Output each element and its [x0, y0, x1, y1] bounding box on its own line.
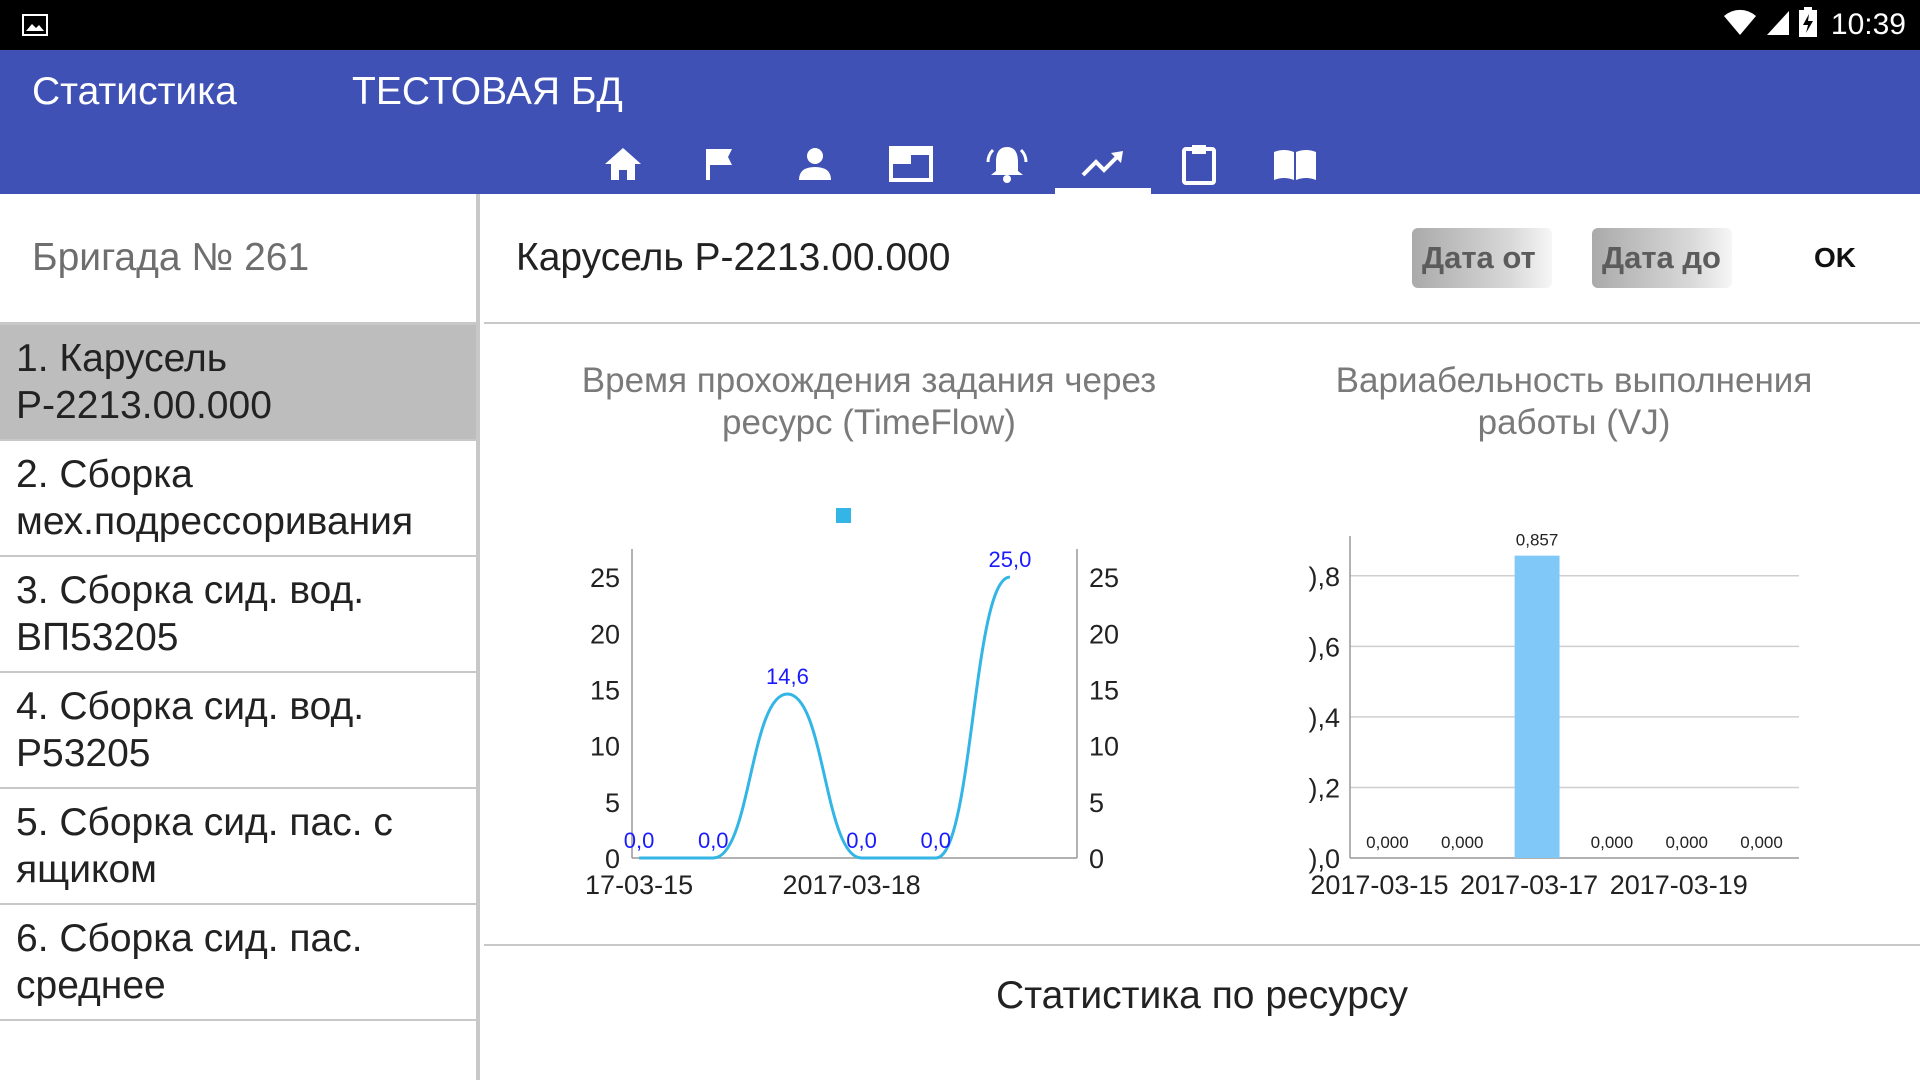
data-point-label: 0,0 — [846, 828, 877, 853]
legend-swatch — [836, 508, 851, 523]
tab-alerts[interactable] — [959, 134, 1055, 194]
resource-statistics-heading: Статистика по ресурсу — [996, 974, 1408, 1017]
list-item-resource-5[interactable]: 5. Сборка сид. пас. с ящиком — [0, 789, 476, 905]
timeflow-line-chart: 0 05 510 1015 1520 2025 250,0 0,014,60,0 0,025,0… — [585, 508, 1119, 900]
data-point-label: 0,0 — [624, 828, 655, 853]
list-item-line1: 6. Сборка сид. пас. — [16, 917, 363, 960]
data-point-label: 14,6 — [766, 664, 809, 689]
charts-area: Время прохождения задания через ресурс (… — [484, 324, 1920, 946]
y-tick-label-right: 15 — [1089, 675, 1119, 705]
x-tick-label: 2017-03-18 — [783, 870, 921, 900]
tab-bar — [575, 134, 1343, 194]
app-bar: Статистика ТЕСТОВАЯ БД — [0, 50, 1920, 194]
list-item-line2: мех.подрессоривания — [16, 500, 414, 543]
bar-value-label: 0,000 — [1740, 833, 1783, 852]
date-from-button[interactable]: Дата от — [1412, 228, 1552, 288]
vj-title-line1: Вариабельность выполнения — [1335, 361, 1813, 400]
bar-value-label: 0,000 — [1665, 833, 1708, 852]
window-icon — [889, 146, 933, 182]
status-bar: 10:39 — [0, 0, 1920, 50]
y-tick-label-right: 25 — [1089, 563, 1119, 593]
list-item-line1: 2. Сборка — [16, 453, 193, 496]
list-item-line2: Р53205 — [16, 732, 151, 775]
trending-up-icon — [1081, 151, 1123, 177]
vj-title-line2: работы (VJ) — [1477, 403, 1671, 442]
y-tick-label: ),4 — [1308, 703, 1340, 733]
detail-header: Карусель Р-2213.00.000 Дата от Дата до O… — [484, 194, 1920, 324]
bar-value-label: 0,000 — [1441, 833, 1484, 852]
tab-flag[interactable] — [671, 134, 767, 194]
list-item-line2: Р-2213.00.000 — [16, 384, 272, 427]
resource-detail: Карусель Р-2213.00.000 Дата от Дата до O… — [484, 194, 1920, 1080]
list-item-resource-2[interactable]: 2. Сборка мех.подрессоривания — [0, 441, 476, 557]
x-tick-label: 2017-03-19 — [1610, 870, 1748, 900]
series-line — [639, 575, 1011, 860]
list-item-resource-1[interactable]: 1. Карусель Р-2213.00.000 — [0, 325, 476, 441]
tab-statistics[interactable] — [1055, 134, 1151, 194]
y-tick-label-right: 5 — [1089, 788, 1104, 818]
brigade-panel: Бригада № 261 1. Карусель Р-2213.00.000 … — [0, 194, 480, 1080]
brigade-title: Бригада № 261 — [0, 194, 476, 325]
tab-home[interactable] — [575, 134, 671, 194]
y-tick-label: ),2 — [1308, 773, 1340, 803]
list-item-line1: 4. Сборка сид. вод. — [16, 685, 365, 728]
y-tick-label-left: 5 — [605, 788, 620, 818]
signal-icon — [1765, 8, 1791, 41]
tab-window[interactable] — [863, 134, 959, 194]
list-item-line1: 5. Сборка сид. пас. с — [16, 801, 393, 844]
data-point-label: 25,0 — [989, 547, 1032, 572]
list-item-line1: 1. Карусель — [16, 337, 228, 380]
y-tick-label-right: 10 — [1089, 732, 1119, 762]
y-tick-label-left: 15 — [590, 675, 620, 705]
clipboard-icon — [1182, 145, 1216, 185]
tab-clipboard[interactable] — [1151, 134, 1247, 194]
battery-charging-icon — [1798, 7, 1817, 42]
clock: 10:39 — [1830, 7, 1906, 41]
data-point-label: 0,0 — [698, 828, 729, 853]
book-icon — [1274, 150, 1316, 180]
person-icon — [799, 148, 831, 180]
data-point-label: 0,0 — [920, 828, 951, 853]
vj-bar-chart: ),0),2),4),6),80,000 0,0000,8570,000 0,000… — [1308, 531, 1799, 900]
bar — [1514, 555, 1560, 858]
home-icon — [605, 148, 641, 180]
list-item-line2: ящиком — [16, 848, 157, 891]
bar-value-label: 0,000 — [1366, 833, 1409, 852]
list-item-resource-3[interactable]: 3. Сборка сид. вод. ВП53205 — [0, 557, 476, 673]
list-item-line2: среднее — [16, 964, 166, 1007]
y-tick-label-right: 20 — [1089, 619, 1119, 649]
x-tick-label: 17-03-15 — [585, 870, 693, 900]
list-item-resource-6[interactable]: 6. Сборка сид. пас. среднее — [0, 905, 476, 1021]
list-item-line2: ВП53205 — [16, 616, 179, 659]
vj-chart-title: Вариабельность выполнения работы (VJ) — [1284, 360, 1864, 444]
ok-button[interactable]: OK — [1814, 228, 1856, 288]
image-icon — [22, 14, 48, 41]
y-tick-label: ),6 — [1308, 632, 1340, 662]
tab-person[interactable] — [767, 134, 863, 194]
timeflow-title-line2: ресурс (TimeFlow) — [722, 403, 1016, 442]
bell-alert-icon — [986, 147, 1028, 183]
y-tick-label-left: 25 — [590, 563, 620, 593]
wifi-icon — [1723, 8, 1757, 41]
list-item-line1: 3. Сборка сид. вод. — [16, 569, 365, 612]
page-title: Статистика — [32, 70, 237, 113]
y-tick-label: ),8 — [1308, 562, 1340, 592]
flag-icon — [706, 149, 732, 180]
tab-book[interactable] — [1247, 134, 1343, 194]
resource-title: Карусель Р-2213.00.000 — [516, 236, 951, 279]
bar-value-label: 0,000 — [1591, 833, 1634, 852]
date-to-button[interactable]: Дата до — [1592, 228, 1732, 288]
database-name[interactable]: ТЕСТОВАЯ БД — [352, 70, 623, 114]
y-tick-label-right: 0 — [1089, 844, 1104, 874]
x-tick-label: 2017-03-17 — [1460, 870, 1598, 900]
list-item-resource-4[interactable]: 4. Сборка сид. вод. Р53205 — [0, 673, 476, 789]
timeflow-title-line1: Время прохождения задания через — [581, 361, 1157, 400]
timeflow-chart-title: Время прохождения задания через ресурс (… — [554, 360, 1184, 444]
y-tick-label-left: 10 — [590, 732, 620, 762]
x-tick-label: 2017-03-15 — [1310, 870, 1448, 900]
bar-value-label: 0,857 — [1516, 531, 1559, 550]
y-tick-label-left: 20 — [590, 619, 620, 649]
